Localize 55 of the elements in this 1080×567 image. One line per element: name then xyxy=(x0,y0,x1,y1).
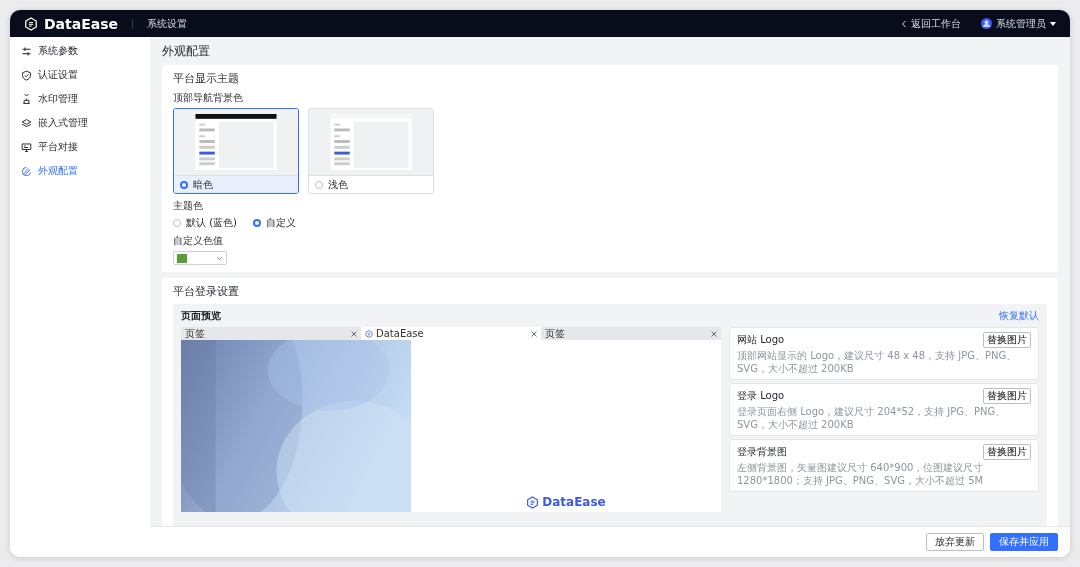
logo-icon xyxy=(24,16,38,31)
section-title: 平台登录设置 xyxy=(173,285,240,299)
caret-icon xyxy=(1050,21,1056,26)
monitor-icon xyxy=(21,141,32,153)
browser-tab[interactable]: DataEase xyxy=(361,327,541,340)
shield-icon xyxy=(21,69,32,81)
chevron-down-icon xyxy=(216,255,223,261)
avatar-icon xyxy=(981,18,992,29)
stamp-icon xyxy=(21,93,32,105)
sidebar-item[interactable]: 水印管理 xyxy=(10,87,150,111)
upload-title: 登录 Logo xyxy=(737,389,785,403)
login-logo-text: DataEase xyxy=(542,495,606,509)
close-icon[interactable] xyxy=(351,330,357,337)
section-title: 平台显示主题 xyxy=(173,72,240,86)
radio-option[interactable]: 自定义 xyxy=(253,216,296,230)
field-label: 自定义色值 xyxy=(173,234,224,248)
close-icon[interactable] xyxy=(531,330,537,337)
logo-icon xyxy=(365,329,373,338)
field-label: 顶部导航背景色 xyxy=(173,91,244,105)
page-title: 外观配置 xyxy=(162,42,211,60)
close-icon[interactable] xyxy=(711,330,717,337)
logo-icon xyxy=(526,495,540,509)
discard-button[interactable]: 放弃更新 xyxy=(926,533,984,551)
upload-hint: 顶部网站显示的 Logo，建议尺寸 48 x 48，支持 JPG、PNG、SVG，大小不超过 200KB xyxy=(737,350,1018,375)
sidebar-item[interactable]: 认证设置 xyxy=(10,63,150,87)
brand-name: DataEase xyxy=(44,15,119,32)
theme-option[interactable]: 暗色 xyxy=(173,108,299,194)
radio-button[interactable] xyxy=(180,180,188,189)
replace-image-button[interactable]: 替换图片 xyxy=(983,332,1031,348)
theme-option[interactable]: 浅色 xyxy=(308,108,434,194)
save-button[interactable]: 保存并应用 xyxy=(990,533,1058,551)
radio-option[interactable]: 默认 (蓝色) xyxy=(173,216,237,230)
section-title: 系统设置 xyxy=(147,16,188,31)
chevron-left-icon xyxy=(901,19,907,28)
sidebar-item[interactable]: 嵌入式管理 xyxy=(10,111,150,135)
color-picker[interactable] xyxy=(173,251,227,265)
upload-hint: 左侧背景图，矢量图建议尺寸 640*900，位图建议尺寸 1280*1800；支持 JPG、PNG、SVG，大小不超过 5M xyxy=(737,462,985,487)
radio-button[interactable] xyxy=(315,180,323,189)
upload-title: 登录背景图 xyxy=(737,445,787,459)
field-label: 主题色 xyxy=(173,199,204,213)
back-link[interactable]: 返回工作台 xyxy=(901,16,961,31)
replace-image-button[interactable]: 替换图片 xyxy=(983,444,1031,460)
sliders-icon xyxy=(21,45,32,57)
option-label: 浅色 xyxy=(328,177,348,192)
option-label: 暗色 xyxy=(193,177,213,192)
layers-icon xyxy=(21,117,32,129)
reset-link[interactable]: 恢复默认 xyxy=(999,309,1039,323)
sidebar-item[interactable]: 外观配置 xyxy=(10,159,150,183)
upload-title: 网站 Logo xyxy=(737,333,785,347)
sidebar-item[interactable]: 系统参数 xyxy=(10,39,150,63)
upload-hint: 登录页面右侧 Logo，建议尺寸 204*52，支持 JPG、PNG、SVG，大小不超过 200KB xyxy=(737,406,1007,431)
preview-label: 页面预览 xyxy=(181,309,221,323)
sidebar-item[interactable]: 平台对接 xyxy=(10,135,150,159)
user-menu[interactable]: 系统管理员 xyxy=(981,16,1056,31)
replace-image-button[interactable]: 替换图片 xyxy=(983,388,1031,404)
